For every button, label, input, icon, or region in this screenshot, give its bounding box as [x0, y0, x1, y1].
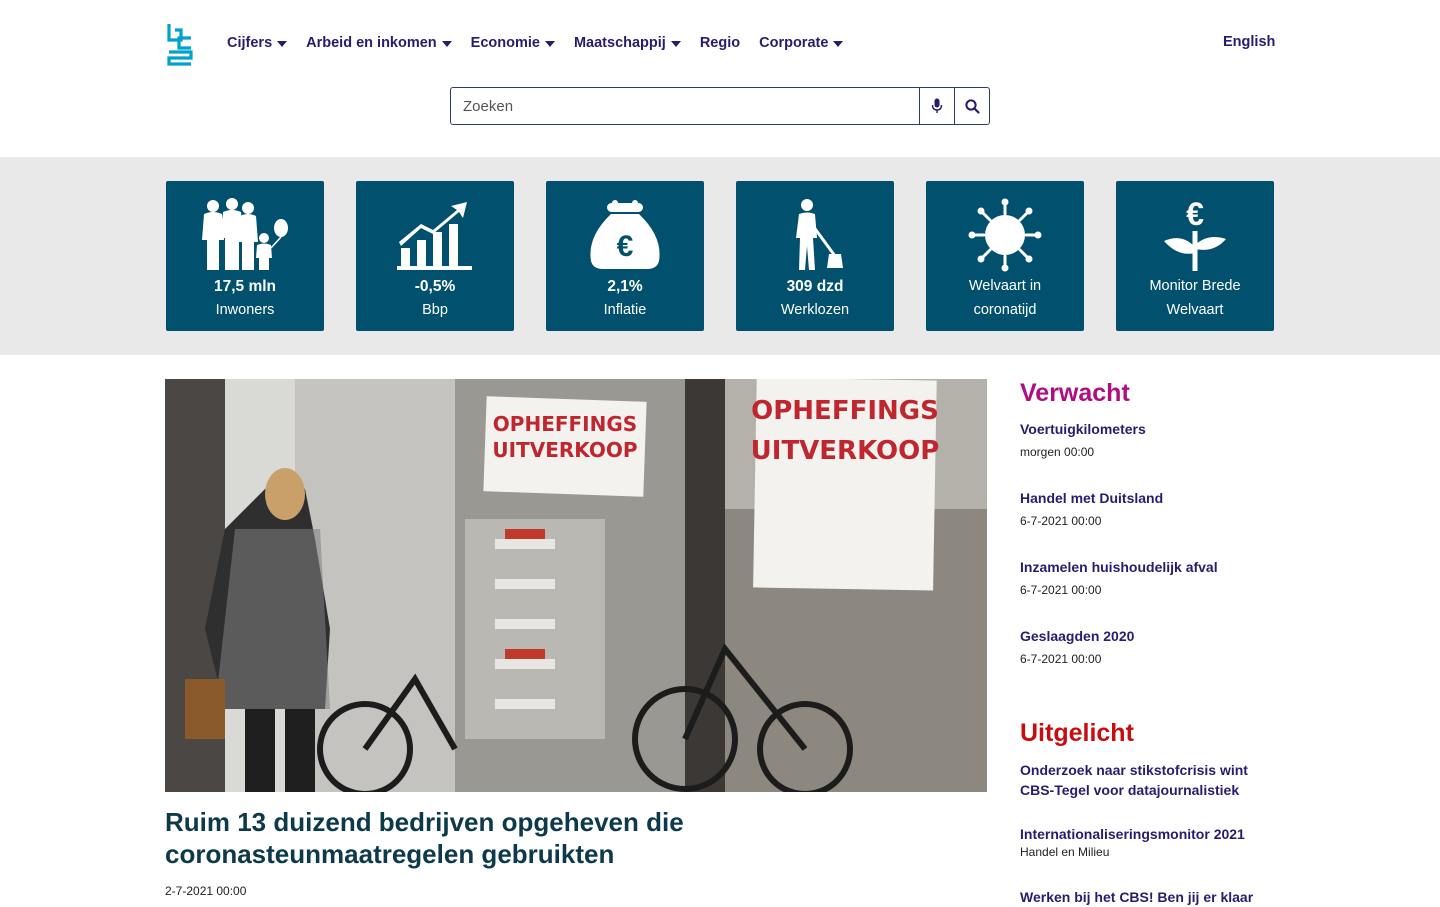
- nav-item-arbeid-en-inkomen[interactable]: Arbeid en inkomen: [306, 34, 452, 52]
- caret-down-icon: [277, 40, 288, 47]
- tile-value: 309 dzd: [786, 278, 844, 295]
- main-navigation: Cijfers Arbeid en inkomen Economie Maats…: [227, 34, 862, 52]
- uitgelicht-item: Internationaliseringsmonitor 2021 Handel…: [1020, 824, 1275, 859]
- poster-text-line-1: OPHEFFINGS: [493, 412, 637, 436]
- nav-item-maatschappij[interactable]: Maatschappij: [574, 34, 681, 52]
- svg-text:€: €: [1186, 197, 1204, 232]
- tile-label: Bbp: [422, 302, 448, 318]
- nav-label: Maatschappij: [573, 35, 666, 51]
- headline-date: 2-7-2021 00:00: [165, 884, 247, 898]
- euro-plant-icon: €: [1164, 197, 1226, 271]
- voice-search-button[interactable]: [919, 88, 954, 124]
- tile-bbp[interactable]: -0,5% Bbp: [356, 181, 514, 331]
- virus-icon: [968, 198, 1042, 272]
- caret-down-icon: [833, 40, 844, 47]
- nav-item-cijfers[interactable]: Cijfers: [227, 34, 288, 52]
- key-figures-band: 17,5 mln Inwoners -0,5% Bbp € 2,1% Infla…: [0, 157, 1440, 355]
- caret-down-icon: [670, 40, 681, 47]
- tile-welvaart-in-coronatijd[interactable]: Welvaart in coronatijd: [926, 181, 1084, 331]
- poster2-text-line-2: UITVERKOOP: [751, 436, 940, 466]
- verwacht-item-title[interactable]: Handel met Duitsland: [1020, 488, 1275, 508]
- cbs-logo[interactable]: [165, 22, 195, 66]
- nav-item-corporate[interactable]: Corporate: [759, 34, 844, 52]
- uitgelicht-heading: Uitgelicht: [1020, 719, 1134, 747]
- nav-label: Regio: [699, 35, 741, 51]
- uitgelicht-item-title[interactable]: Internationaliseringsmonitor 2021: [1020, 824, 1275, 844]
- verwacht-item-title[interactable]: Inzamelen huishoudelijk afval: [1020, 557, 1275, 577]
- search-bar: [450, 87, 990, 125]
- nav-label: Cijfers: [227, 35, 273, 51]
- site-header: Cijfers Arbeid en inkomen Economie Maats…: [0, 0, 1440, 157]
- uitgelicht-item-title[interactable]: Onderzoek naar stikstofcrisis wint CBS-T…: [1020, 760, 1275, 800]
- tile-label-line-2: coronatijd: [973, 302, 1037, 318]
- tile-label: Werklozen: [780, 302, 850, 318]
- verwacht-item-date: 6-7-2021 00:00: [1020, 514, 1102, 528]
- nav-item-regio[interactable]: Regio: [700, 34, 740, 52]
- microphone-icon: [931, 98, 943, 113]
- tile-monitor-brede-welvaart[interactable]: € Monitor Brede Welvaart: [1116, 181, 1274, 331]
- caret-down-icon: [441, 40, 452, 47]
- family-icon: [202, 198, 288, 270]
- verwacht-item: Voertuigkilometers morgen 00:00: [1020, 419, 1275, 459]
- nav-label: Economie: [470, 35, 540, 51]
- tile-label-line-1: Monitor Brede: [1149, 278, 1241, 294]
- tile-value: 2,1%: [607, 278, 643, 295]
- verwacht-item-date: 6-7-2021 00:00: [1020, 583, 1102, 597]
- shop-window-photo: OPHEFFINGS UITVERKOOP OPHEFFINGS UITVERK…: [165, 379, 987, 792]
- tile-label: Inwoners: [215, 302, 275, 318]
- nav-item-economie[interactable]: Economie: [471, 34, 555, 52]
- verwacht-item-date: 6-7-2021 00:00: [1020, 652, 1102, 666]
- verwacht-item-date: morgen 00:00: [1020, 445, 1095, 459]
- uitgelicht-item: Werken bij het CBS! Ben jij er klaar: [1020, 887, 1275, 907]
- nav-label: Corporate: [759, 35, 829, 51]
- verwacht-item: Geslaagden 2020 6-7-2021 00:00: [1020, 626, 1275, 666]
- headline-image[interactable]: OPHEFFINGS UITVERKOOP OPHEFFINGS UITVERK…: [165, 379, 987, 792]
- uitgelicht-item: Onderzoek naar stikstofcrisis wint CBS-T…: [1020, 760, 1275, 800]
- search-icon: [964, 98, 980, 114]
- svg-text:€: €: [617, 230, 634, 263]
- uitgelicht-item-title[interactable]: Werken bij het CBS! Ben jij er klaar: [1020, 887, 1275, 907]
- worker-shovel-icon: [796, 199, 843, 270]
- tile-label-line-2: Welvaart: [1166, 302, 1224, 318]
- headline-title[interactable]: Ruim 13 duizend bedrijven opgeheven die …: [165, 806, 987, 870]
- poster-text-line-2: UITVERKOOP: [492, 438, 637, 462]
- search-button[interactable]: [954, 88, 989, 124]
- tile-werklozen[interactable]: 309 dzd Werklozen: [736, 181, 894, 331]
- language-switch-english[interactable]: English: [1223, 34, 1275, 50]
- poster2-text-line-1: OPHEFFINGS: [751, 396, 939, 426]
- euro-purse-icon: €: [590, 200, 660, 269]
- tile-label-line-1: Welvaart in: [968, 278, 1042, 294]
- verwacht-item: Handel met Duitsland 6-7-2021 00:00: [1020, 488, 1275, 528]
- tile-inwoners[interactable]: 17,5 mln Inwoners: [166, 181, 324, 331]
- uitgelicht-item-subtitle: Handel en Milieu: [1020, 845, 1110, 859]
- tile-inflatie[interactable]: € 2,1% Inflatie: [546, 181, 704, 331]
- verwacht-item: Inzamelen huishoudelijk afval 6-7-2021 0…: [1020, 557, 1275, 597]
- verwacht-item-title[interactable]: Voertuigkilometers: [1020, 419, 1275, 439]
- growth-chart-icon: [397, 202, 472, 270]
- nav-label: Arbeid en inkomen: [306, 35, 437, 51]
- tile-value: -0,5%: [414, 278, 456, 295]
- verwacht-item-title[interactable]: Geslaagden 2020: [1020, 626, 1275, 646]
- caret-down-icon: [544, 40, 555, 47]
- search-input[interactable]: [451, 88, 919, 124]
- verwacht-heading: Verwacht: [1020, 379, 1130, 407]
- tile-value: 17,5 mln: [213, 278, 277, 295]
- tile-label: Inflatie: [603, 302, 647, 318]
